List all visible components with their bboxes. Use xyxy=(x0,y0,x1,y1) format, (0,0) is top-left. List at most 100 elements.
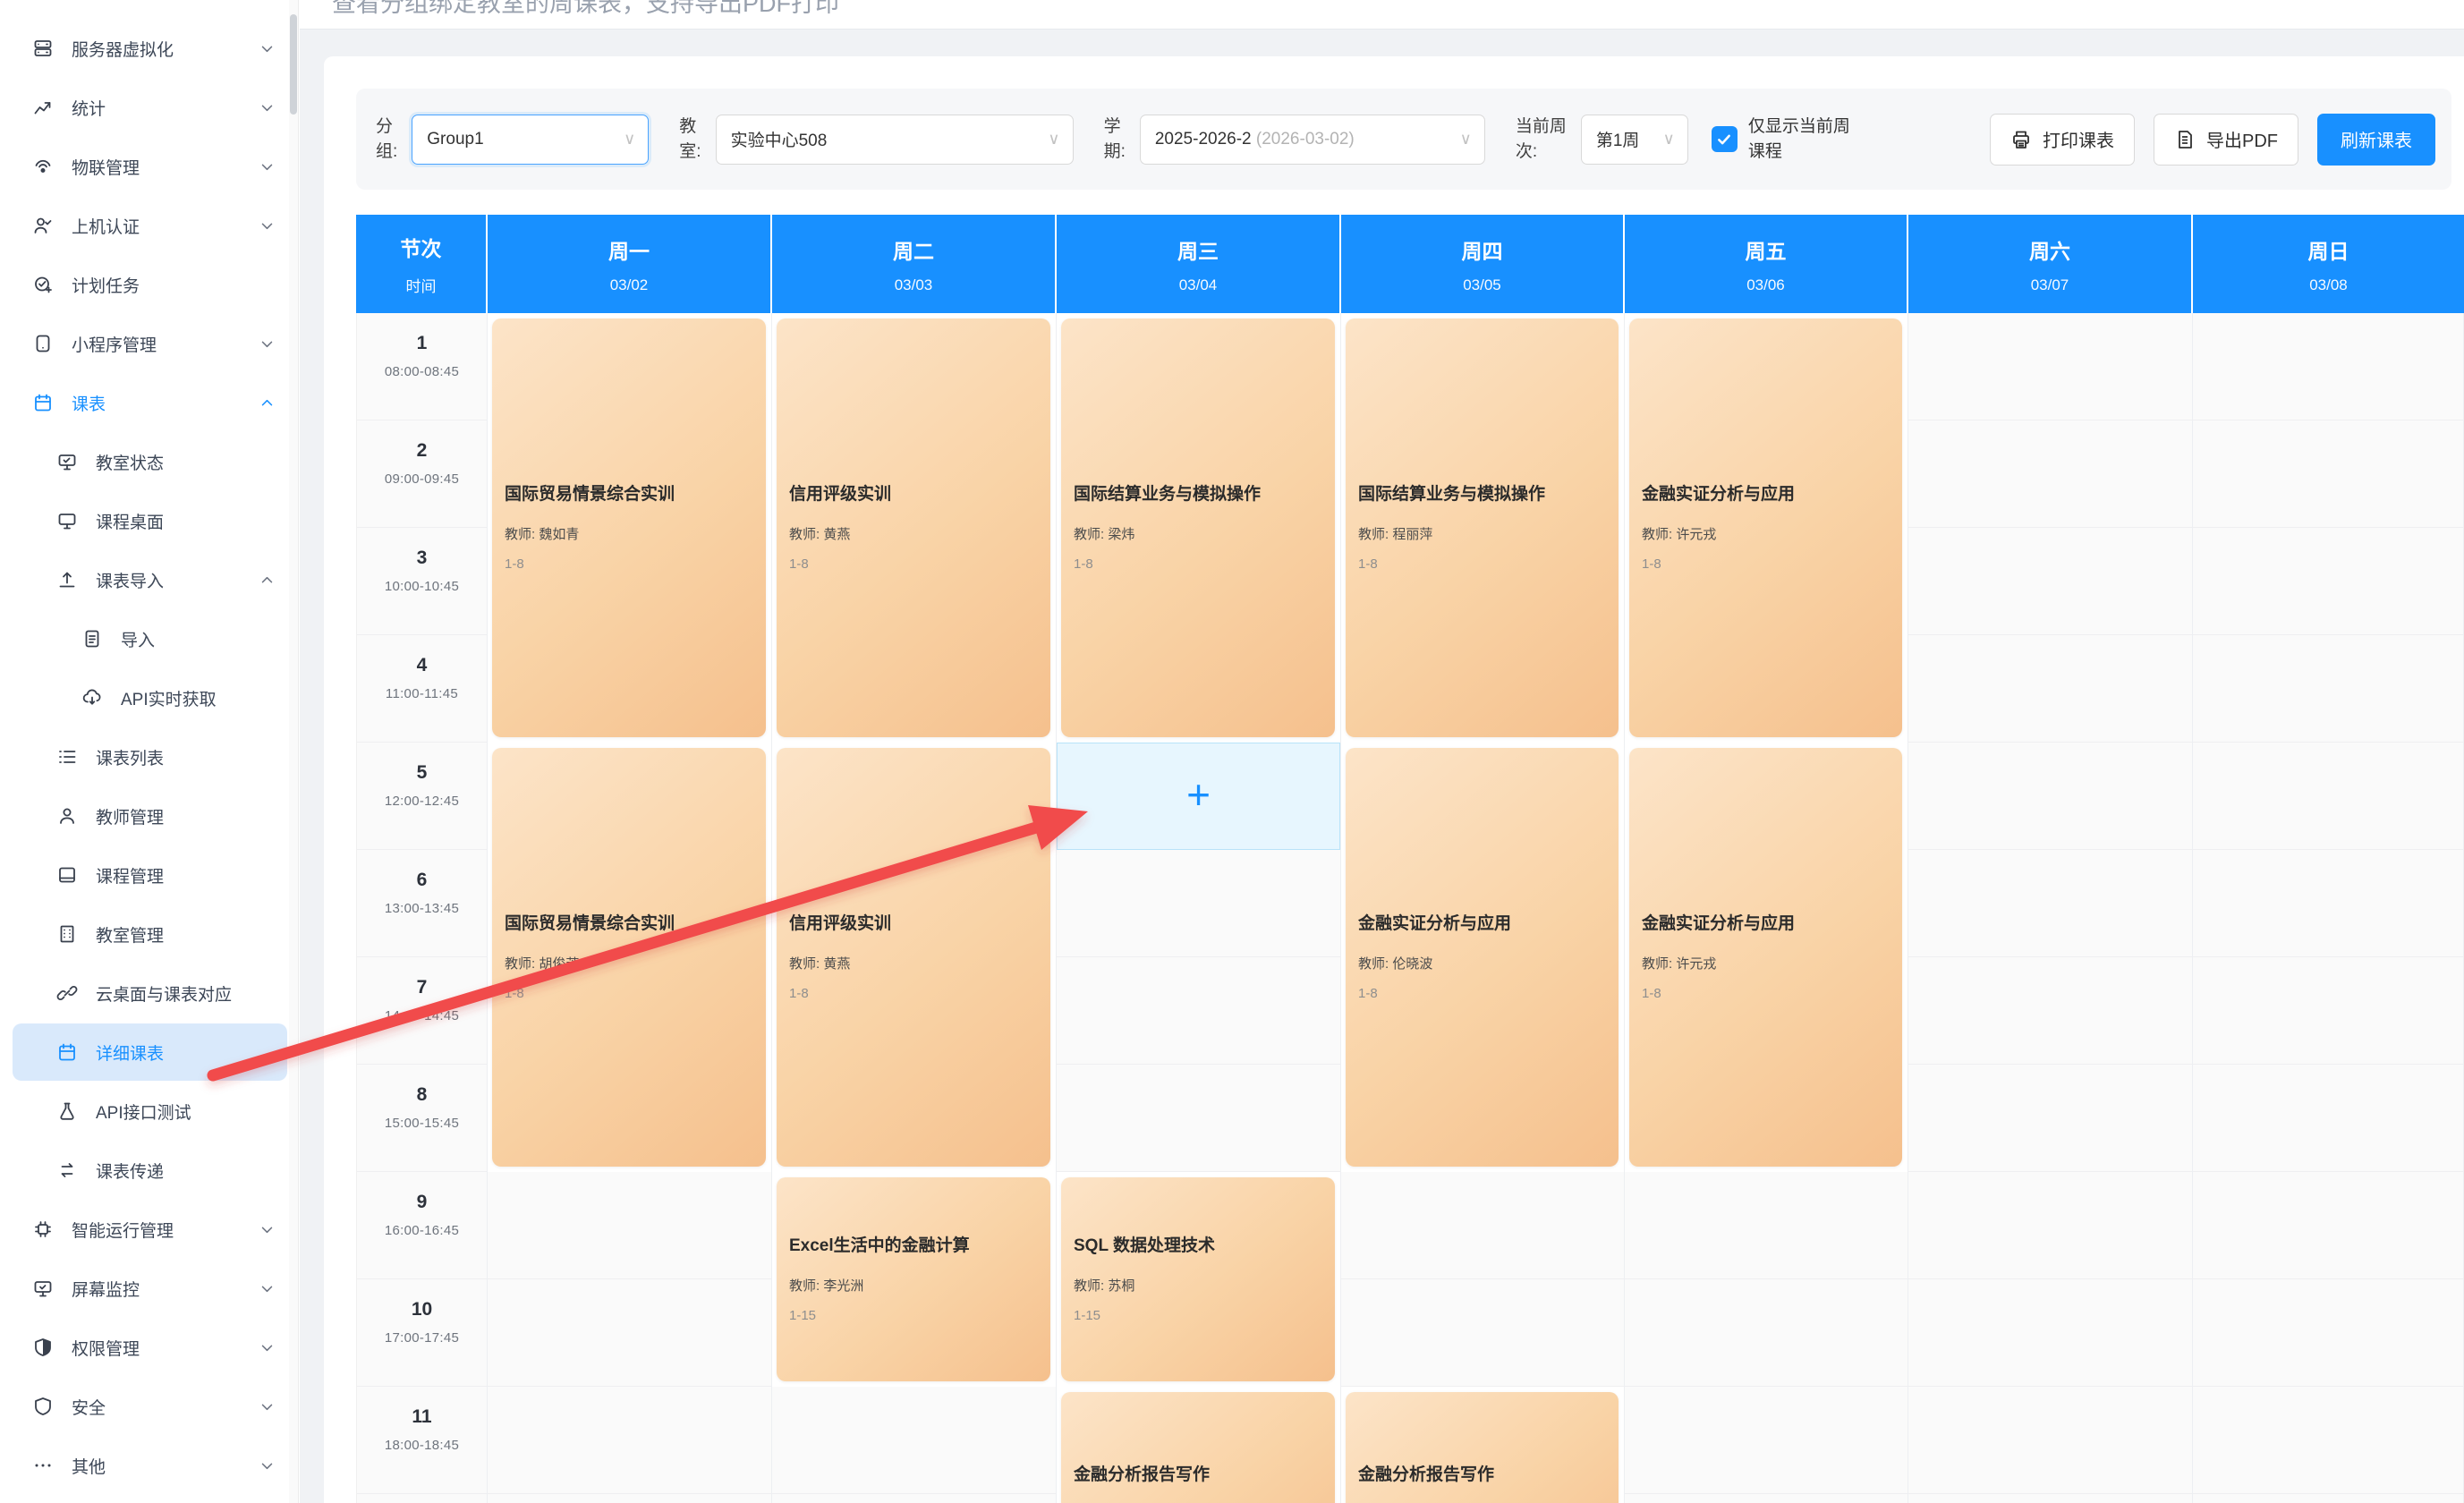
course-card[interactable]: 金融分析报告写作教师: 陈修兰 xyxy=(1061,1392,1335,1503)
header-day-周二: 周二03/03 xyxy=(772,215,1057,313)
course-card[interactable]: 国际贸易情景综合实训教师: 胡俊芳1-8 xyxy=(492,748,766,1167)
chevron-down-icon xyxy=(259,1399,275,1414)
course-teacher: 教师: 许元戎 xyxy=(1642,524,1890,543)
sidebar-item-权限管理[interactable]: 权限管理 xyxy=(0,1318,298,1377)
header-day-周五: 周五03/06 xyxy=(1625,215,1908,313)
sidebar-item-课程桌面[interactable]: 课程桌面 xyxy=(0,491,298,550)
sidebar-item-教师管理[interactable]: 教师管理 xyxy=(0,786,298,845)
sidebar-item-课表导入[interactable]: 课表导入 xyxy=(0,550,298,609)
sidebar-item-课表[interactable]: 课表 xyxy=(0,373,298,432)
group-select-value: Group1 xyxy=(427,130,615,149)
course-title: Excel生活中的金融计算 xyxy=(789,1236,1038,1257)
sidebar-item-物联管理[interactable]: 物联管理 xyxy=(0,137,298,196)
sidebar-item-其他[interactable]: 其他 xyxy=(0,1436,298,1495)
chip-icon xyxy=(32,1219,54,1240)
sidebar-item-教室管理[interactable]: 教室管理 xyxy=(0,904,298,964)
sidebar-item-课表列表[interactable]: 课表列表 xyxy=(0,727,298,786)
sidebar-item-云桌面与课表对应[interactable]: 云桌面与课表对应 xyxy=(0,964,298,1023)
course-week-range: 1-8 xyxy=(1642,556,1890,572)
sidebar-item-label: 课表列表 xyxy=(96,745,164,769)
calendar-icon xyxy=(32,392,54,413)
course-card[interactable]: SQL 数据处理技术教师: 苏桐1-15 xyxy=(1061,1177,1335,1381)
refresh-schedule-button[interactable]: 刷新课表 xyxy=(2317,114,2435,166)
sidebar-item-上机认证[interactable]: 上机认证 xyxy=(0,196,298,255)
print-schedule-button[interactable]: 打印课表 xyxy=(1990,114,2135,166)
printer-icon xyxy=(2010,129,2032,150)
course-teacher: 教师: 程丽萍 xyxy=(1358,524,1606,543)
week-select-value: 第1周 xyxy=(1596,127,1654,151)
link-icon xyxy=(56,982,78,1004)
sidebar-item-导入[interactable]: 导入 xyxy=(0,609,298,668)
chevron-down-icon xyxy=(259,1222,275,1237)
chevron-down-icon xyxy=(259,159,275,174)
sidebar-scrollbar-thumb[interactable] xyxy=(290,14,297,115)
semester-date-suffix: (2026-03-02) xyxy=(1256,130,1355,149)
refresh-schedule-label: 刷新课表 xyxy=(2341,126,2412,152)
sidebar-item-label: 其他 xyxy=(72,1454,106,1478)
course-card[interactable]: 国际贸易情景综合实训教师: 魏如青1-8 xyxy=(492,318,766,737)
plus-icon: + xyxy=(1186,774,1211,815)
current-week-only-label: 仅显示当前周 课程 xyxy=(1748,115,1850,164)
period-2: 209:00-09:45 xyxy=(357,420,487,528)
flask-icon xyxy=(56,1100,78,1122)
group-select[interactable]: Group1 ∨ xyxy=(412,115,649,165)
content-card: 分 组: Group1 ∨ 教 室: 实验中心508 ∨ 学 期: 2025-2… xyxy=(324,56,2464,1503)
room-select[interactable]: 实验中心508 ∨ xyxy=(716,115,1074,165)
sidebar-item-统计[interactable]: 统计 xyxy=(0,78,298,137)
sidebar-item-计划任务[interactable]: 计划任务 xyxy=(0,255,298,314)
calendar-detail-icon xyxy=(56,1041,78,1063)
sidebar-item-智能运行管理[interactable]: 智能运行管理 xyxy=(0,1200,298,1259)
course-card[interactable]: 金融实证分析与应用教师: 许元戎1-8 xyxy=(1629,748,1902,1167)
sidebar-item-课程管理[interactable]: 课程管理 xyxy=(0,845,298,904)
course-week-range: 1-8 xyxy=(1358,556,1606,572)
sidebar-item-课表传递[interactable]: 课表传递 xyxy=(0,1141,298,1200)
sidebar-item-label: 权限管理 xyxy=(72,1336,140,1360)
header-day-周一: 周一03/02 xyxy=(488,215,772,313)
week-select[interactable]: 第1周 ∨ xyxy=(1581,115,1688,165)
export-pdf-button[interactable]: 导出PDF xyxy=(2154,114,2298,166)
course-card[interactable]: 金融分析报告写作教师: 张晖 xyxy=(1346,1392,1619,1503)
timetable-header: 节次时间周一03/02周二03/03周三03/04周四03/05周五03/06周… xyxy=(356,215,2464,313)
semester-select[interactable]: 2025-2026-2 (2026-03-02) ∨ xyxy=(1140,115,1485,165)
header-day-周日: 周日03/08 xyxy=(2193,215,2464,313)
day-column-周二: 信用评级实训教师: 黄燕1-8信用评级实训教师: 黄燕1-8Excel生活中的金… xyxy=(772,313,1057,1503)
course-card[interactable]: 信用评级实训教师: 黄燕1-8 xyxy=(777,318,1050,737)
sidebar-item-教室状态[interactable]: 教室状态 xyxy=(0,432,298,491)
course-week-range: 1-8 xyxy=(1642,986,1890,1001)
course-week-range: 1-15 xyxy=(789,1308,1038,1323)
course-card[interactable]: 国际结算业务与模拟操作教师: 程丽萍1-8 xyxy=(1346,318,1619,737)
chevron-down-icon xyxy=(259,1281,275,1296)
time-column: 108:00-08:45209:00-09:45310:00-10:45411:… xyxy=(356,313,488,1503)
current-week-only-checkbox-group: 仅显示当前周 课程 xyxy=(1712,115,1850,164)
sidebar-scrollbar-track xyxy=(289,0,298,1503)
course-teacher: 教师: 苏桐 xyxy=(1074,1276,1322,1295)
course-card[interactable]: 金融实证分析与应用教师: 伦晓波1-8 xyxy=(1346,748,1619,1167)
sidebar-item-服务器虚拟化[interactable]: 服务器虚拟化 xyxy=(0,19,298,78)
sidebar-item-label: 统计 xyxy=(72,96,106,120)
teacher-icon xyxy=(56,805,78,827)
sidebar-item-屏幕监控[interactable]: 屏幕监控 xyxy=(0,1259,298,1318)
sidebar-item-API实时获取[interactable]: API实时获取 xyxy=(0,668,298,727)
sidebar-item-label: 导入 xyxy=(121,627,155,651)
sidebar-item-label: 教师管理 xyxy=(96,804,164,828)
header-day-周四: 周四03/05 xyxy=(1341,215,1625,313)
sidebar-item-安全[interactable]: 安全 xyxy=(0,1377,298,1436)
course-title: 国际结算业务与模拟操作 xyxy=(1074,484,1322,505)
current-week-only-checkbox[interactable] xyxy=(1712,126,1738,152)
course-card[interactable]: 国际结算业务与模拟操作教师: 梁炜1-8 xyxy=(1061,318,1335,737)
period-9: 916:00-16:45 xyxy=(357,1172,487,1279)
course-teacher: 教师: 伦晓波 xyxy=(1358,954,1606,972)
add-course-cell[interactable]: + xyxy=(1057,743,1340,850)
day-column-周一: 国际贸易情景综合实训教师: 魏如青1-8国际贸易情景综合实训教师: 胡俊芳1-8 xyxy=(488,313,772,1503)
building-icon xyxy=(56,923,78,945)
group-label: 分 组: xyxy=(376,115,397,164)
sidebar-item-详细课表[interactable]: 详细课表 xyxy=(0,1023,298,1082)
sidebar-item-小程序管理[interactable]: 小程序管理 xyxy=(0,314,298,373)
course-card[interactable]: Excel生活中的金融计算教师: 李光洲1-15 xyxy=(777,1177,1050,1381)
permission-shield-icon xyxy=(32,1337,54,1358)
header-day-周六: 周六03/07 xyxy=(1908,215,2193,313)
course-card[interactable]: 信用评级实训教师: 黄燕1-8 xyxy=(777,748,1050,1167)
course-card[interactable]: 金融实证分析与应用教师: 许元戎1-8 xyxy=(1629,318,1902,737)
sidebar-item-API接口测试[interactable]: API接口测试 xyxy=(0,1082,298,1141)
course-title: 国际贸易情景综合实训 xyxy=(505,913,753,935)
